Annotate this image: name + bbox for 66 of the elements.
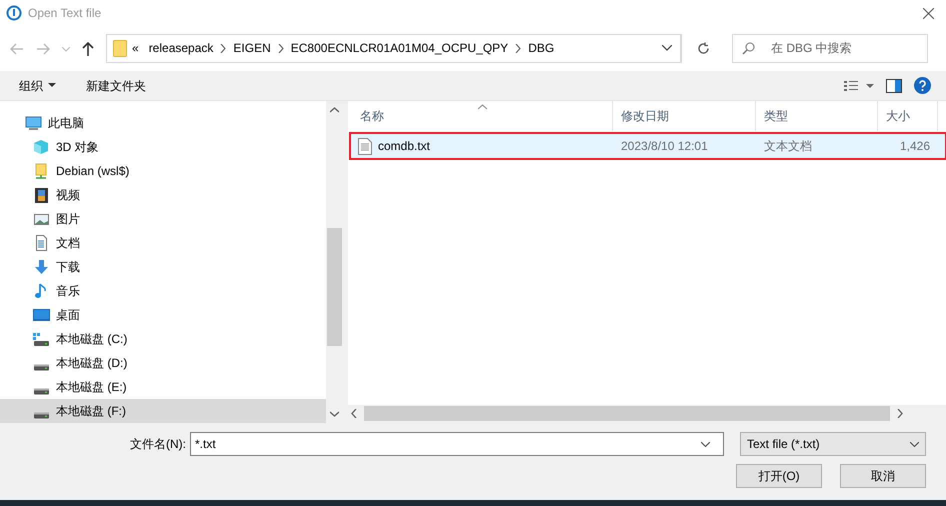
column-header[interactable]: 名称: [348, 101, 613, 131]
sidebar-item[interactable]: 本地磁盘 (E:): [0, 375, 326, 399]
column-header[interactable]: 大小: [878, 101, 938, 131]
column-header[interactable]: 修改日期: [613, 101, 756, 131]
sidebar-item[interactable]: 图片: [0, 207, 326, 231]
new-folder-button[interactable]: 新建文件夹: [79, 74, 153, 96]
file-name: comdb.txt: [378, 138, 430, 155]
picture-icon: [33, 211, 50, 227]
date-cell-text: 2023/8/10 12:01: [620, 138, 709, 155]
open-button[interactable]: 打开(O): [736, 464, 822, 488]
caret-icon: [662, 45, 672, 51]
size-cell-text: 1,426: [898, 138, 931, 155]
sidebar-item[interactable]: 此电脑: [0, 111, 326, 135]
address-bar[interactable]: « releasepack EIGEN EC800ECNLCR01A01M04_OCPU_QPY DBG: [106, 34, 682, 62]
drive-icon: [33, 364, 50, 370]
preview-pane-icon[interactable]: [886, 78, 902, 92]
breadcrumb[interactable]: «: [132, 39, 139, 57]
breadcrumb[interactable]: EC800ECNLCR01A01M04_OCPU_QPY: [290, 39, 508, 57]
cancel-button[interactable]: 取消: [840, 464, 926, 488]
window-title: Open Text file: [28, 4, 102, 22]
search-field[interactable]: 在 DBG 中搜索: [732, 34, 928, 62]
sidebar-item[interactable]: 3D 对象: [0, 135, 326, 159]
refresh-icon[interactable]: [696, 42, 710, 54]
chevron-icon: [515, 44, 522, 52]
sidebar-item[interactable]: 视频: [0, 183, 326, 207]
drive-icon: [33, 388, 50, 394]
type-cell-text: 文本文档: [763, 138, 813, 155]
filename-field[interactable]: *.txt: [190, 432, 724, 456]
sidebar-item[interactable]: 桌面: [0, 303, 326, 327]
sidebar-item[interactable]: 音乐: [0, 279, 326, 303]
cube-icon: [33, 139, 50, 155]
view-options-icon[interactable]: [844, 80, 874, 92]
chevron-icon: [278, 44, 284, 52]
download-icon: [33, 259, 50, 275]
document-icon: [33, 235, 50, 251]
chevron-icon: [220, 44, 226, 52]
help-icon[interactable]: [914, 77, 931, 94]
sidebar-item[interactable]: 本地磁盘 (D:): [0, 351, 326, 375]
search-icon: [742, 42, 755, 54]
file-row[interactable]: comdb.txt 2023/8/10 12:01 文本文档 1,426: [350, 133, 946, 159]
close-icon: [923, 8, 934, 19]
scrollbar-thumb[interactable]: [364, 406, 890, 421]
folder-icon: [113, 40, 127, 56]
column-header[interactable]: 类型: [756, 101, 878, 131]
film-icon: [33, 187, 50, 203]
organize-menu[interactable]: 组织: [12, 74, 63, 96]
caret-icon: [62, 46, 70, 52]
caret-icon: [48, 83, 56, 88]
sidebar-item[interactable]: 本地磁盘 (F:): [0, 399, 326, 423]
sidebar-item[interactable]: 文档: [0, 231, 326, 255]
breadcrumb[interactable]: DBG: [528, 39, 554, 57]
caret-icon: [910, 442, 919, 446]
sidebar-item[interactable]: Debian (wsl$): [0, 159, 326, 183]
sidebar-item[interactable]: 本地磁盘 (C:): [0, 327, 326, 351]
drive-icon: [33, 331, 50, 347]
filename-label: 文件名(N):: [130, 436, 186, 453]
app-icon: [6, 4, 22, 20]
desktop-icon: [33, 307, 50, 323]
text-file-icon: [358, 138, 372, 154]
breadcrumb[interactable]: EIGEN: [233, 39, 271, 57]
drive-icon: [33, 412, 50, 418]
scrollbar-thumb[interactable]: [326, 228, 342, 346]
file-type-dropdown[interactable]: Text file (*.txt): [740, 432, 926, 456]
breadcrumb[interactable]: releasepack: [148, 39, 214, 57]
sidebar-item[interactable]: 下载: [0, 255, 326, 279]
computer-icon: [25, 115, 42, 131]
